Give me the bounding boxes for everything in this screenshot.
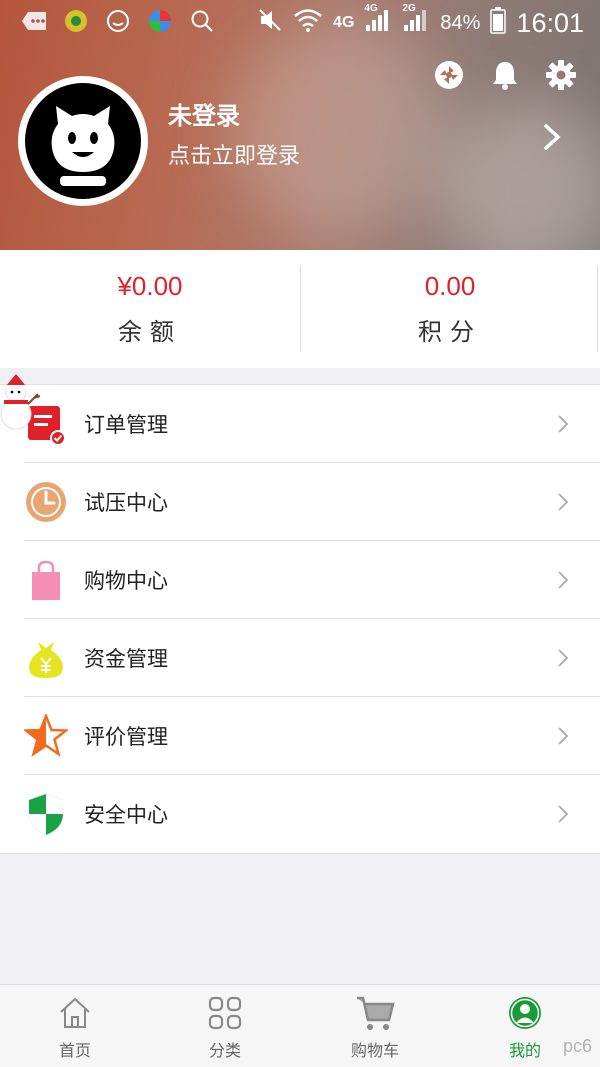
app-notification-icon bbox=[62, 8, 90, 34]
menu-label-reviews: 评价管理 bbox=[84, 725, 168, 749]
sim2-label: 2G bbox=[402, 3, 416, 14]
status-bar: 4G 4G 2G 84% 16:01 bbox=[0, 0, 600, 46]
chevron-right-icon bbox=[558, 727, 569, 745]
home-icon bbox=[55, 993, 95, 1033]
battery-icon bbox=[490, 6, 507, 40]
nav-category[interactable]: 分类 bbox=[150, 985, 300, 1067]
shopping-bag-icon bbox=[24, 558, 68, 602]
clock-icon bbox=[24, 480, 68, 524]
battery-percent: 84% bbox=[440, 11, 481, 34]
menu-item-pressure-test[interactable]: 试压中心 bbox=[0, 463, 600, 541]
shutter-icon[interactable] bbox=[432, 58, 466, 92]
balance-label: 余额 bbox=[118, 318, 182, 346]
login-prompt[interactable]: 点击立即登录 bbox=[168, 138, 300, 170]
signal-icon-sim1: 4G bbox=[364, 3, 392, 39]
bell-icon[interactable] bbox=[488, 58, 522, 92]
menu-item-shopping[interactable]: 购物中心 bbox=[0, 541, 600, 619]
money-bag-icon bbox=[24, 636, 68, 680]
nav-label-category: 分类 bbox=[208, 1041, 241, 1060]
signal-icon-sim2: 2G bbox=[402, 3, 430, 39]
nav-label-home: 首页 bbox=[58, 1041, 91, 1060]
menu-label-orders: 订单管理 bbox=[84, 413, 168, 437]
search-icon bbox=[188, 8, 216, 34]
menu-list: 订单管理 试压中心 购物中心 资金管理 评价管理 安全中心 bbox=[0, 384, 600, 854]
nav-label-mine: 我的 bbox=[508, 1041, 541, 1060]
user-icon bbox=[505, 993, 545, 1033]
snowman-icon bbox=[0, 374, 41, 430]
menu-item-reviews[interactable]: 评价管理 bbox=[0, 697, 600, 775]
mute-icon bbox=[257, 7, 283, 39]
chevron-right-icon bbox=[558, 493, 569, 511]
bottom-nav: 首页 分类 购物车 我的 pc6 bbox=[0, 984, 600, 1067]
chevron-right-icon bbox=[558, 805, 569, 823]
menu-label-shopping: 购物中心 bbox=[84, 569, 168, 593]
chevron-right-icon bbox=[558, 649, 569, 667]
browser-icon bbox=[146, 8, 174, 34]
menu-item-orders[interactable]: 订单管理 bbox=[0, 385, 600, 463]
chevron-right-icon[interactable] bbox=[540, 122, 564, 152]
shield-icon bbox=[24, 792, 68, 836]
gear-icon[interactable] bbox=[544, 58, 578, 92]
balance-stat[interactable]: ¥0.00 余额 bbox=[0, 250, 300, 368]
profile-header: 4G 4G 2G 84% 16:01 未登录 点击立即登录 bbox=[0, 0, 600, 250]
message-icon bbox=[20, 8, 48, 34]
points-value: 0.00 bbox=[424, 271, 476, 301]
user-name[interactable]: 未登录 bbox=[168, 96, 240, 131]
face-icon bbox=[104, 8, 132, 34]
avatar-face-icon bbox=[51, 106, 115, 186]
nav-cart[interactable]: 购物车 bbox=[300, 985, 450, 1067]
balance-value: ¥0.00 bbox=[117, 271, 183, 301]
network-type: 4G bbox=[333, 14, 355, 31]
avatar[interactable] bbox=[18, 76, 148, 206]
watermark: pc6 bbox=[562, 1036, 592, 1056]
points-label: 积分 bbox=[418, 318, 482, 346]
menu-label-pressure-test: 试压中心 bbox=[84, 491, 168, 515]
star-icon bbox=[24, 714, 68, 758]
wifi-icon bbox=[293, 7, 323, 39]
menu-label-security: 安全中心 bbox=[84, 803, 168, 827]
grid-icon bbox=[205, 993, 245, 1033]
account-stats: ¥0.00 余额 0.00 积分 bbox=[0, 250, 600, 368]
sim1-label: 4G bbox=[364, 3, 378, 14]
chevron-right-icon bbox=[558, 571, 569, 589]
nav-home[interactable]: 首页 bbox=[0, 985, 150, 1067]
chevron-right-icon bbox=[558, 415, 569, 433]
menu-item-security[interactable]: 安全中心 bbox=[0, 775, 600, 853]
menu-label-funds: 资金管理 bbox=[84, 647, 168, 671]
clock: 16:01 bbox=[516, 7, 584, 38]
nav-label-cart: 购物车 bbox=[350, 1041, 399, 1060]
points-stat[interactable]: 0.00 积分 bbox=[300, 250, 600, 368]
cart-icon bbox=[355, 993, 395, 1033]
menu-item-funds[interactable]: 资金管理 bbox=[0, 619, 600, 697]
